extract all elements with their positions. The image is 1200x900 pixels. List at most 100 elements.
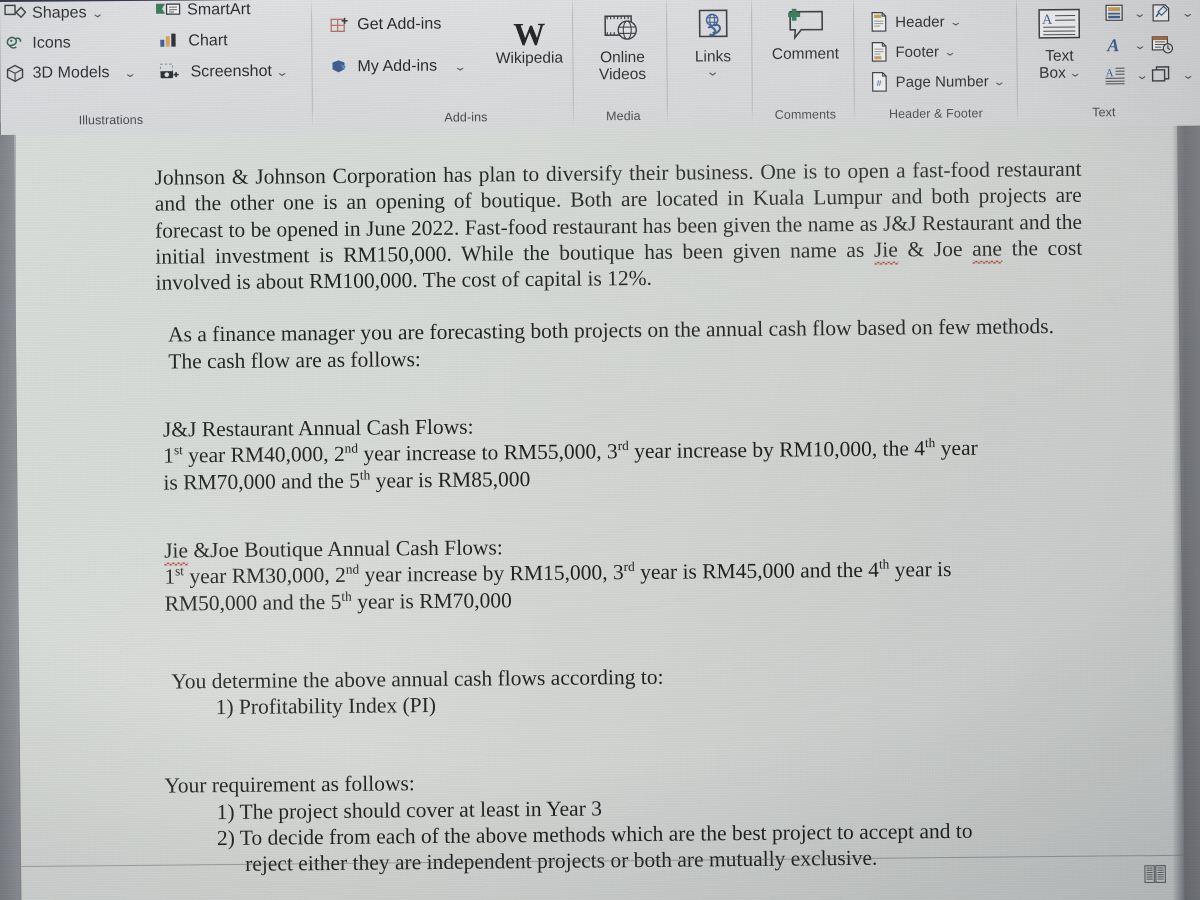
chevron-down-icon[interactable]: ⌄ <box>1133 6 1146 19</box>
jj-sup-nd: nd <box>344 440 359 457</box>
ribbon-button-drop-cap[interactable]: A ⌄ <box>1105 65 1149 85</box>
ribbon-group-label-text: Text <box>1092 105 1116 120</box>
ribbon-button-smartart[interactable]: SmartArt <box>155 0 251 21</box>
monitor-photo-screen: Shapes ⌄ Icons 3D Models ⌄ SmartArt Char… <box>0 0 1200 900</box>
jj-line1-e: year <box>935 436 978 461</box>
smartart-icon <box>155 1 181 21</box>
chevron-down-icon[interactable]: ⌄ <box>1181 68 1194 81</box>
chevron-down-icon[interactable]: ⌄ <box>706 65 720 79</box>
ribbon-label-3d-models: 3D Models <box>32 64 110 82</box>
jie-sup-st: st <box>174 563 185 579</box>
chevron-down-icon[interactable]: ⌄ <box>453 60 466 73</box>
jie-line1-a: 1 <box>164 564 176 589</box>
ribbon-button-new-comment[interactable]: Comment <box>758 1 852 63</box>
ribbon-group-label-media: Media <box>606 108 641 124</box>
ribbon-button-footer[interactable]: Footer ⌄ <box>869 41 956 64</box>
get-add-ins-icon <box>329 15 351 35</box>
jie-sup-nd: nd <box>345 561 360 577</box>
document-body-text[interactable]: Johnson & Johnson Corporation has plan t… <box>14 111 1184 880</box>
ribbon-button-header[interactable]: Header ⌄ <box>869 10 962 33</box>
ribbon-group-media: Online Videos Media <box>575 0 671 130</box>
ribbon-label-links: Links <box>694 48 732 66</box>
ribbon-button-object[interactable]: ⌄ <box>1151 65 1195 85</box>
read-mode-icon[interactable] <box>1144 865 1166 884</box>
online-video-icon <box>601 5 643 49</box>
chevron-down-icon[interactable]: ⌄ <box>276 65 289 78</box>
chevron-down-icon[interactable]: ⌄ <box>123 66 136 79</box>
ribbon-button-my-add-ins[interactable]: My Add-ins ⌄ <box>329 56 466 77</box>
chevron-down-icon[interactable]: ⌄ <box>943 45 956 58</box>
jie-sup-th: th <box>878 556 890 572</box>
ribbon-insert-tab: Shapes ⌄ Icons 3D Models ⌄ SmartArt Char… <box>0 0 1200 135</box>
document-canvas: Johnson & Johnson Corporation has plan t… <box>0 110 1200 900</box>
paragraph-intro-part2: & Joe <box>897 236 973 262</box>
ribbon-button-date-time[interactable] <box>1150 35 1174 55</box>
ribbon-button-chart[interactable]: Chart <box>158 31 228 52</box>
drop-cap-icon: A <box>1105 65 1127 85</box>
ribbon-button-wordart[interactable]: A ⌄ <box>1104 35 1146 55</box>
ribbon-group-links: Links ⌄ <box>670 0 756 130</box>
chevron-down-icon[interactable]: ⌄ <box>1069 67 1082 79</box>
3d-model-icon <box>4 64 26 84</box>
ribbon-button-page-number[interactable]: # Page Number ⌄ <box>870 70 1006 93</box>
ribbon-group-header-footer: Header ⌄ Footer ⌄ # Page Number ⌄ Header… <box>855 0 1019 128</box>
misspelled-word-jie: Jie <box>873 237 898 262</box>
ribbon-label-screenshot: Screenshot <box>190 62 273 81</box>
footer-icon <box>869 41 889 63</box>
ribbon-group-text: A Text Box ⌄ ⌄ A ⌄ A ⌄ ⌄ ⌄ Text <box>1018 0 1200 127</box>
ribbon-label-text: Text <box>1045 47 1074 65</box>
svg-text:A: A <box>1106 67 1114 79</box>
ribbon-button-icons[interactable]: Icons <box>4 33 71 54</box>
ribbon-group-label-header-footer: Header & Footer <box>888 106 983 122</box>
chevron-down-icon[interactable]: ⌄ <box>993 75 1006 88</box>
jie-line2-a: RM50,000 and the 5 <box>164 589 342 616</box>
jie-sup-rd: rd <box>623 559 635 575</box>
chevron-down-icon[interactable]: ⌄ <box>949 15 962 28</box>
jj-line2-b: year is RM85,000 <box>370 466 531 493</box>
ribbon-button-text-box[interactable]: A Text Box ⌄ <box>1024 1 1095 82</box>
ribbon-label-smartart: SmartArt <box>186 1 251 19</box>
paragraph-intro: Johnson & Johnson Corporation has plan t… <box>154 156 1082 296</box>
ribbon-label-box-text: Box <box>1039 64 1066 83</box>
ribbon-label-page-number: Page Number <box>895 72 989 91</box>
jj-sup-th: th <box>924 435 936 451</box>
ribbon-button-shapes[interactable]: Shapes ⌄ <box>4 3 104 24</box>
ribbon-button-online-videos[interactable]: Online Videos <box>578 5 667 84</box>
jie-line2-b: year is RM70,000 <box>351 587 512 614</box>
ribbon-label-comment: Comment <box>771 45 840 63</box>
chevron-down-icon[interactable]: ⌄ <box>91 7 104 20</box>
svg-text:A: A <box>1106 35 1119 55</box>
chevron-down-icon[interactable]: ⌄ <box>1135 68 1148 81</box>
chevron-down-icon[interactable]: ⌄ <box>1181 6 1194 19</box>
ribbon-label-wikipedia: Wikipedia <box>495 49 564 68</box>
ribbon-button-signature-line[interactable]: ⌄ <box>1150 3 1194 23</box>
ribbon-group-comments: Comment Comments <box>752 0 858 129</box>
misspelled-word-jie-2: Jie <box>164 538 189 563</box>
links-icon <box>691 4 735 48</box>
shapes-icon <box>4 4 27 24</box>
ribbon-button-links[interactable]: Links ⌄ <box>670 4 756 79</box>
wordart-icon: A <box>1104 35 1124 55</box>
ribbon-button-screenshot[interactable]: Screenshot ⌄ <box>158 62 289 83</box>
chevron-down-icon[interactable]: ⌄ <box>1133 38 1146 51</box>
page-left-margin-band <box>0 122 16 900</box>
jie-line1-d: year is RM45,000 and the 4 <box>634 557 880 585</box>
ribbon-button-3d-models[interactable]: 3D Models ⌄ <box>4 63 137 84</box>
jj-line1-b: year RM40,000, 2 <box>182 442 345 468</box>
page-number-icon: # <box>870 71 890 93</box>
ribbon-label-icons: Icons <box>32 34 71 52</box>
ribbon-label-videos: Videos <box>598 66 647 84</box>
ribbon-button-quick-parts[interactable]: ⌄ <box>1104 3 1146 23</box>
chart-icon <box>158 32 182 52</box>
jie-sup-th2: th <box>341 588 352 604</box>
ribbon-group-add-ins: Get Add-ins My Add-ins ⌄ W Wikipedia Add… <box>315 0 575 133</box>
ribbon-button-wikipedia[interactable]: W Wikipedia <box>481 5 577 67</box>
ribbon-button-get-add-ins[interactable]: Get Add-ins <box>329 15 441 36</box>
ribbon-group-label-comments: Comments <box>774 107 837 122</box>
svg-text:A: A <box>1042 13 1053 28</box>
date-time-icon <box>1150 35 1174 55</box>
ribbon-label-my-add-ins: My Add-ins <box>357 57 438 76</box>
jj-line1-a: 1 <box>163 443 175 468</box>
page-right-margin-band <box>1172 122 1200 900</box>
document-page[interactable]: Johnson & Johnson Corporation has plan t… <box>14 110 1185 900</box>
